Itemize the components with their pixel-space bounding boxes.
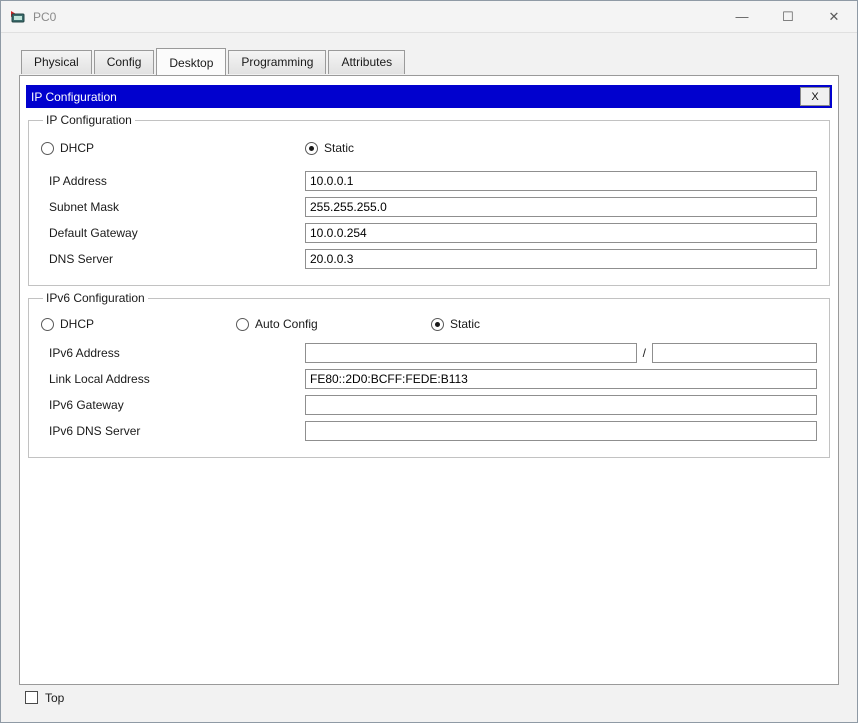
ipv6-dns-server-input[interactable] <box>305 421 817 441</box>
close-button[interactable]: ✕ <box>811 1 857 32</box>
window-footer: Top <box>1 685 857 722</box>
ipv6-gateway-row: IPv6 Gateway <box>41 395 817 415</box>
ipv6-prefix-separator: / <box>642 346 646 360</box>
ipv6-static-radio-circle[interactable] <box>431 317 444 331</box>
tab-physical[interactable]: Physical <box>21 50 92 74</box>
ipv6-autoconfig-radio-label: Auto Config <box>255 317 318 331</box>
tab-programming[interactable]: Programming <box>228 50 327 74</box>
ipv6-groupbox: IPv6 Configuration DHCP Auto Config Stat… <box>28 291 830 458</box>
ip-config-titlebar: IP Configuration X <box>26 85 832 108</box>
tab-desktop[interactable]: Desktop <box>156 48 227 75</box>
default-gateway-label: Default Gateway <box>49 226 138 240</box>
ipv6-address-input[interactable] <box>305 343 637 363</box>
ipv4-static-radio[interactable]: Static <box>305 141 354 155</box>
ip-address-row: IP Address <box>41 171 817 191</box>
subnet-mask-row: Subnet Mask <box>41 197 817 217</box>
ipv6-radio-row: DHCP Auto Config Static <box>41 317 817 331</box>
window-controls: — ☐ ✕ <box>719 1 857 32</box>
default-gateway-row: Default Gateway <box>41 223 817 243</box>
dns-server-row: DNS Server <box>41 249 817 269</box>
dialog-close-button[interactable]: X <box>800 87 830 106</box>
ipv6-static-radio-label: Static <box>450 317 481 331</box>
subnet-mask-label: Subnet Mask <box>49 200 120 214</box>
ipv4-dhcp-radio-circle[interactable] <box>41 141 54 155</box>
ipv6-dns-server-row: IPv6 DNS Server <box>41 421 817 441</box>
dialog-title: IP Configuration <box>31 89 117 104</box>
ipv4-dhcp-radio-label: DHCP <box>60 141 95 155</box>
tab-attributes[interactable]: Attributes <box>328 50 406 74</box>
ip-address-input[interactable] <box>305 171 817 191</box>
top-checkbox[interactable] <box>25 691 38 704</box>
default-gateway-input[interactable] <box>305 223 817 243</box>
ipv6-dhcp-radio-circle[interactable] <box>41 317 54 331</box>
ipv4-dhcp-radio[interactable]: DHCP <box>41 141 305 155</box>
link-local-label: Link Local Address <box>49 372 150 386</box>
window-titlebar: PC0 — ☐ ✕ <box>1 1 857 33</box>
ipv4-group-title: IP Configuration <box>46 113 132 127</box>
tab-bar: Physical Config Desktop Programming Attr… <box>1 33 857 75</box>
ipv6-address-label: IPv6 Address <box>49 346 120 360</box>
minimize-button[interactable]: — <box>719 1 765 32</box>
link-local-input[interactable] <box>305 369 817 389</box>
maximize-button[interactable]: ☐ <box>765 1 811 32</box>
ipv6-dhcp-radio[interactable]: DHCP <box>41 317 236 331</box>
top-checkbox-label: Top <box>45 690 65 705</box>
ipv6-static-radio[interactable]: Static <box>431 317 480 331</box>
ipv4-static-radio-circle[interactable] <box>305 141 318 155</box>
dns-server-label: DNS Server <box>49 252 114 266</box>
ipv6-gateway-input[interactable] <box>305 395 817 415</box>
ip-address-label: IP Address <box>49 174 107 188</box>
ipv4-static-radio-label: Static <box>324 141 355 155</box>
ipv4-radio-row: DHCP Static <box>41 141 817 155</box>
desktop-panel: IP Configuration X IP Configuration DHCP… <box>19 75 839 685</box>
ipv6-dns-server-label: IPv6 DNS Server <box>49 424 141 438</box>
ipv6-autoconfig-radio-circle[interactable] <box>236 317 249 331</box>
dns-server-input[interactable] <box>305 249 817 269</box>
subnet-mask-input[interactable] <box>305 197 817 217</box>
ipv6-dhcp-radio-label: DHCP <box>60 317 95 331</box>
ipv6-group-title: IPv6 Configuration <box>46 291 145 305</box>
app-window: PC0 — ☐ ✕ Physical Config Desktop Progra… <box>0 0 858 723</box>
ipv4-groupbox: IP Configuration DHCP Static IP Address … <box>28 113 830 286</box>
pc-icon <box>9 9 27 25</box>
ipv6-gateway-label: IPv6 Gateway <box>49 398 124 412</box>
ipv6-autoconfig-radio[interactable]: Auto Config <box>236 317 431 331</box>
tab-config[interactable]: Config <box>93 50 155 74</box>
window-title: PC0 <box>33 9 57 24</box>
ipv6-prefix-input[interactable] <box>652 343 817 363</box>
ipv6-address-row: IPv6 Address / <box>41 343 817 363</box>
link-local-row: Link Local Address <box>41 369 817 389</box>
